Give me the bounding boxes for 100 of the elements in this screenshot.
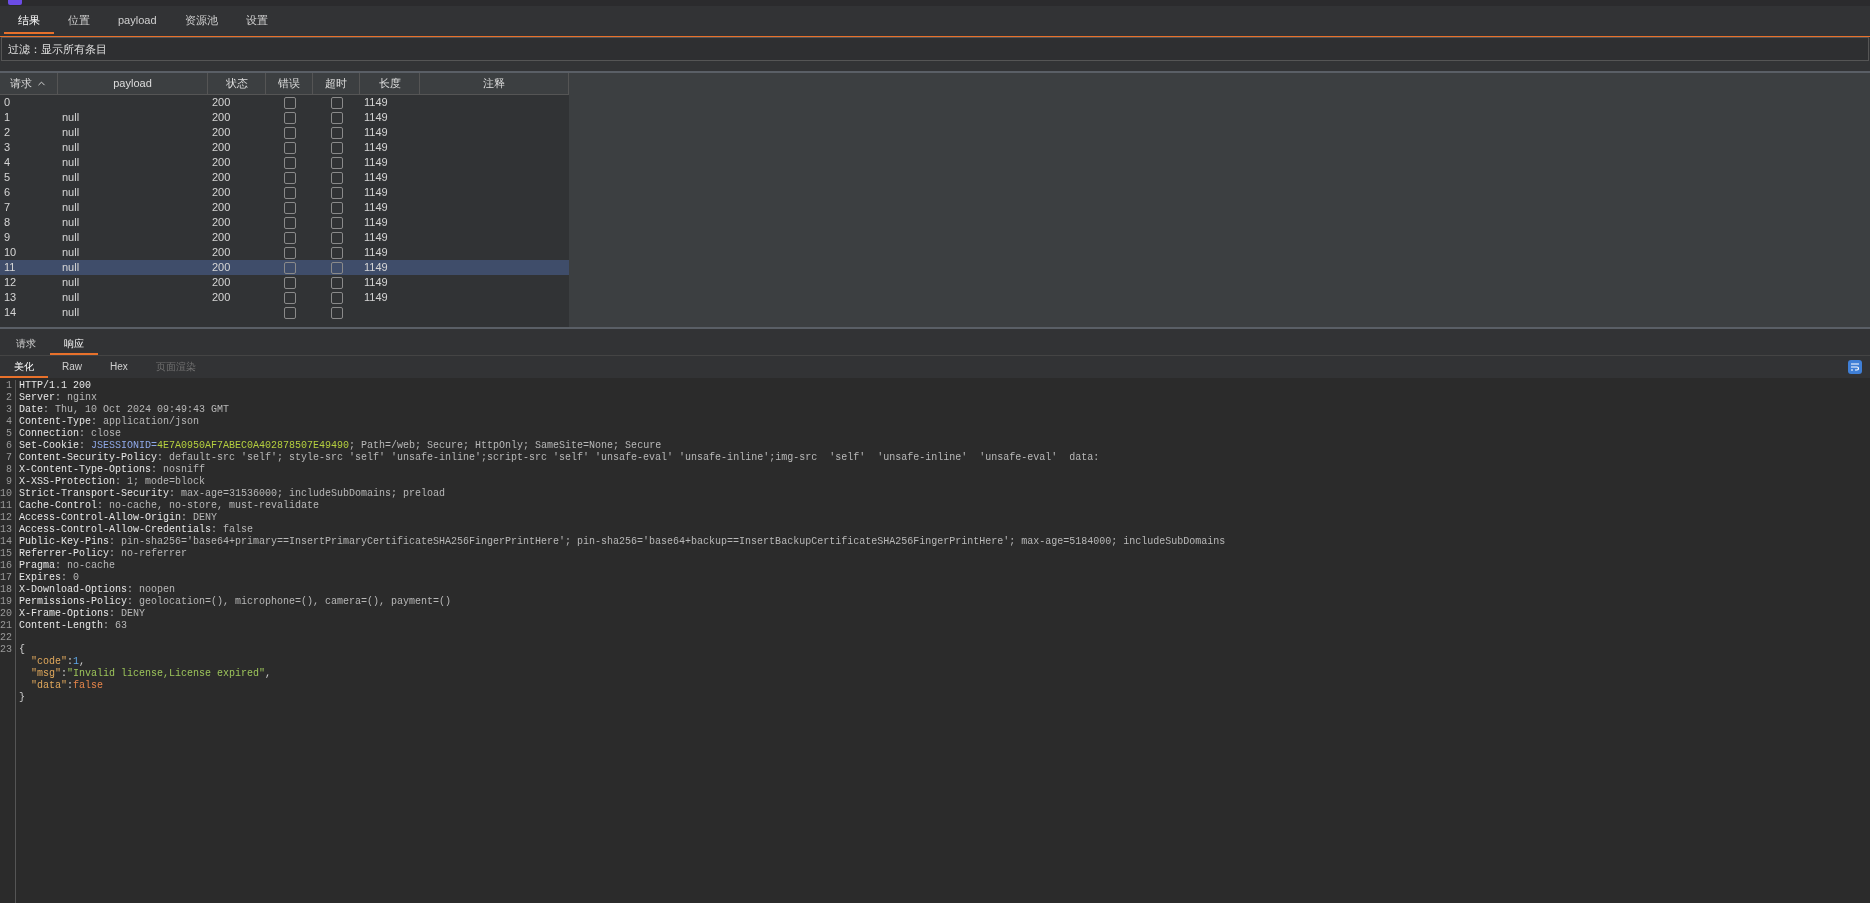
code-line: Set-Cookie: JSESSIONID=4E7A0950AF7ABEC0A402878507E49490; Path=/web; Secure; HttpOnly; SameSite=None; Secure <box>19 440 662 452</box>
line-number: 22 <box>0 632 12 643</box>
tab[interactable]: 响应 <box>50 333 98 355</box>
checkbox[interactable] <box>330 291 343 304</box>
table-row[interactable]: 10 null 200 1149 <box>0 245 569 260</box>
checkbox[interactable] <box>283 276 296 289</box>
table-row[interactable]: 2 null 200 1149 <box>0 125 569 140</box>
checkbox[interactable] <box>283 186 296 199</box>
checkbox[interactable] <box>283 96 296 109</box>
tab[interactable]: 资源池 <box>170 6 232 34</box>
table-row[interactable]: 6 null 200 1149 <box>0 185 569 200</box>
checkbox[interactable] <box>330 261 343 274</box>
table-cell: 13 <box>4 291 17 304</box>
table-cell: 200 <box>212 126 231 139</box>
checkbox[interactable] <box>330 186 343 199</box>
tab[interactable]: 位置 <box>54 6 104 34</box>
word-wrap-icon[interactable] <box>1848 360 1862 374</box>
line-number: 3 <box>6 404 12 415</box>
line-number: 23 <box>0 644 12 655</box>
checkbox[interactable] <box>330 216 343 229</box>
table-row[interactable]: 0 200 1149 <box>0 95 569 110</box>
checkbox[interactable] <box>330 306 343 319</box>
checkbox[interactable] <box>330 231 343 244</box>
table-cell: 2 <box>4 126 11 139</box>
checkbox[interactable] <box>283 201 296 214</box>
table-cell: 1149 <box>364 216 388 229</box>
checkbox[interactable] <box>330 246 343 259</box>
code-line: X-Content-Type-Options: nosniff <box>19 464 206 476</box>
tab[interactable]: payload <box>104 6 171 34</box>
table-cell: 3 <box>4 141 11 154</box>
tab[interactable]: Hex <box>96 356 142 378</box>
checkbox[interactable] <box>283 291 296 304</box>
code-line: Strict-Transport-Security: max-age=31536000; includeSubDomains; preload <box>19 488 446 500</box>
code-line: Public-Key-Pins: pin-sha256='base64+primary==InsertPrimaryCertificateSHA256FingerPrintHere'; pin-sha256='base64+backup==InsertBackupCertificateSHA256FingerPrintHere'; max-age=5184000; includeSubDomains <box>19 536 1226 548</box>
table-cell: 1149 <box>364 246 388 259</box>
table-cell: 1149 <box>364 111 388 124</box>
checkbox[interactable] <box>330 141 343 154</box>
checkbox[interactable] <box>330 171 343 184</box>
column-header[interactable]: 请求 <box>0 73 58 94</box>
line-number: 11 <box>0 500 12 511</box>
tab[interactable]: 结果 <box>4 6 54 34</box>
checkbox[interactable] <box>283 261 296 274</box>
table-cell: 200 <box>212 156 231 169</box>
checkbox[interactable] <box>283 216 296 229</box>
checkbox[interactable] <box>330 201 343 214</box>
code-line: Permissions-Policy: geolocation=(), microphone=(), camera=(), payment=() <box>19 596 452 608</box>
line-number: 6 <box>6 440 12 451</box>
tab[interactable]: 设置 <box>231 6 282 34</box>
line-number: 9 <box>6 476 12 487</box>
table-row[interactable]: 5 null 200 1149 <box>0 170 569 185</box>
checkbox[interactable] <box>283 246 296 259</box>
column-header[interactable]: 超时 <box>313 73 360 94</box>
code-line: HTTP/1.1 200 <box>19 380 91 392</box>
column-header[interactable]: 错误 <box>266 73 313 94</box>
checkbox[interactable] <box>330 156 343 169</box>
checkbox[interactable] <box>330 96 343 109</box>
code-line: Date: Thu, 10 Oct 2024 09:49:43 GMT <box>19 404 230 416</box>
table-cell: 200 <box>212 171 231 184</box>
filter-bar[interactable]: 过滤：显示所有条目 <box>1 37 1869 61</box>
table-cell: 1149 <box>364 156 388 169</box>
code-line: X-Download-Options: noopen <box>19 584 176 596</box>
table-cell: 1149 <box>364 291 388 304</box>
table-cell: null <box>62 246 80 259</box>
table-row[interactable]: 13 null 200 1149 <box>0 290 569 305</box>
checkbox[interactable] <box>330 126 343 139</box>
code-line: Content-Type: application/json <box>19 416 200 428</box>
table-row[interactable]: 7 null 200 1149 <box>0 200 569 215</box>
checkbox[interactable] <box>283 126 296 139</box>
checkbox[interactable] <box>283 231 296 244</box>
line-number: 20 <box>0 608 12 619</box>
table-cell: 4 <box>4 156 11 169</box>
line-number: 2 <box>6 392 12 403</box>
column-header[interactable]: 长度 <box>360 73 420 94</box>
column-header[interactable]: payload <box>58 73 208 94</box>
tab[interactable]: Raw <box>48 356 96 378</box>
column-header[interactable]: 状态 <box>208 73 266 94</box>
tab[interactable]: 请求 <box>2 333 50 355</box>
checkbox[interactable] <box>283 306 296 319</box>
code-line: Pragma: no-cache <box>19 560 116 572</box>
line-number: 13 <box>0 524 12 535</box>
checkbox[interactable] <box>283 171 296 184</box>
table-row[interactable]: 1 null 200 1149 <box>0 110 569 125</box>
table-cell: null <box>62 216 80 229</box>
table-row[interactable]: 3 null 200 1149 <box>0 140 569 155</box>
column-header[interactable]: 注释 <box>420 73 569 94</box>
table-cell: 1149 <box>364 141 388 154</box>
checkbox[interactable] <box>283 156 296 169</box>
checkbox[interactable] <box>283 141 296 154</box>
checkbox[interactable] <box>283 111 296 124</box>
table-cell: 200 <box>212 201 231 214</box>
table-row[interactable]: 9 null 200 1149 <box>0 230 569 245</box>
table-row[interactable]: 11 null 200 1149 <box>0 260 569 275</box>
table-row[interactable]: 12 null 200 1149 <box>0 275 569 290</box>
checkbox[interactable] <box>330 276 343 289</box>
table-row[interactable]: 14 null <box>0 305 569 320</box>
checkbox[interactable] <box>330 111 343 124</box>
table-row[interactable]: 8 null 200 1149 <box>0 215 569 230</box>
table-row[interactable]: 4 null 200 1149 <box>0 155 569 170</box>
table-cell: null <box>62 126 80 139</box>
code-line: Access-Control-Allow-Origin: DENY <box>19 512 218 524</box>
